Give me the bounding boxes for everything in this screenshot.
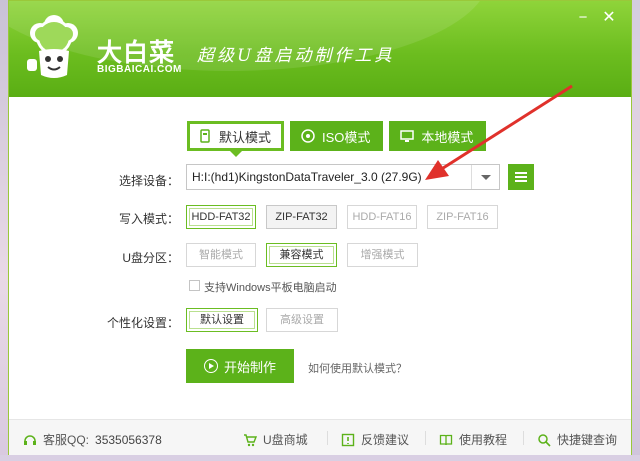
help-link[interactable]: 如何使用默认模式？ [308, 360, 407, 376]
cart-icon [244, 433, 257, 446]
app-window: 大白菜 BIGBAICAI.COM 超级U盘启动制作工具 − ✕ 默认模式 IS… [8, 0, 632, 455]
qq-number: 3535056378 [95, 432, 162, 447]
menu-button[interactable] [508, 164, 534, 190]
desktop-background-left [0, 0, 8, 461]
partition-smart-mode[interactable]: 智能模式 [186, 243, 256, 267]
tab-default-mode[interactable]: 默认模式 [187, 121, 285, 157]
feedback-icon [341, 433, 355, 446]
play-icon [203, 359, 218, 373]
write-mode-zip-fat16[interactable]: ZIP-FAT16 [427, 205, 498, 229]
partition-label: U盘分区： [122, 251, 179, 265]
headset-icon [24, 434, 36, 445]
write-mode-label: 写入模式： [118, 212, 179, 226]
start-button[interactable]: 开始制作 [186, 349, 294, 383]
personalize-label: 个性化设置： [106, 316, 179, 330]
footer-tutorial[interactable]: 使用教程 [439, 431, 507, 448]
write-mode-hdd-fat32[interactable]: HDD-FAT32 [186, 205, 256, 229]
footer-feedback[interactable]: 反馈建议 [341, 431, 409, 448]
personalize-default[interactable]: 默认设置 [186, 308, 258, 332]
monitor-icon [400, 130, 415, 142]
device-value: H:I:(hd1)KingstonDataTraveler_3.0 (27.9G… [192, 170, 422, 184]
shortcut-label: 快捷键查询 [557, 433, 618, 447]
start-button-label: 开始制作 [223, 359, 276, 375]
desktop-background-right [632, 0, 640, 461]
tab-label: 本地模式 [421, 129, 474, 145]
footer-shortcut[interactable]: 快捷键查询 [537, 431, 617, 448]
desktop-background-bottom [0, 455, 640, 461]
close-button[interactable]: ✕ [599, 9, 619, 29]
footer-divider [425, 431, 426, 445]
feedback-label: 反馈建议 [361, 433, 410, 447]
brand-url: BIGBAICAI.COM [97, 64, 182, 75]
tutorial-label: 使用教程 [459, 433, 508, 447]
minimize-button[interactable]: − [573, 9, 593, 29]
partition-compatible-mode[interactable]: 兼容模式 [266, 243, 337, 267]
device-select[interactable]: H:I:(hd1)KingstonDataTraveler_3.0 (27.9G… [186, 164, 500, 190]
device-label: 选择设备： [118, 174, 179, 188]
chevron-down-icon[interactable] [471, 165, 499, 189]
menu-icon [515, 172, 527, 174]
footer-divider [327, 431, 328, 445]
mall-label: U盘商城 [263, 433, 308, 447]
footer-divider [523, 431, 524, 445]
book-icon [439, 434, 453, 445]
tablet-boot-label[interactable]: 支持Windows平板电脑启动 [204, 279, 337, 295]
tab-label: 默认模式 [219, 129, 272, 145]
footer-mall[interactable]: U盘商城 [243, 431, 308, 448]
qq-label: 客服QQ: [43, 433, 90, 447]
slogan: 超级U盘启动制作工具 [197, 46, 395, 66]
footer-qq[interactable]: 客服QQ: 3535056378 [23, 431, 162, 448]
partition-enhanced-mode[interactable]: 增强模式 [347, 243, 418, 267]
write-mode-zip-fat32[interactable]: ZIP-FAT32 [266, 205, 337, 229]
tablet-boot-checkbox[interactable] [189, 280, 200, 291]
search-icon [538, 433, 551, 447]
usb-drive-icon [200, 129, 210, 143]
footer-bar: 客服QQ: 3535056378 U盘商城 反馈建议 使用教程 快捷键查询 [9, 419, 631, 455]
tab-local-mode[interactable]: 本地模式 [389, 121, 487, 151]
disc-icon [301, 129, 315, 143]
write-mode-hdd-fat16[interactable]: HDD-FAT16 [347, 205, 417, 229]
cabbage-mascot-icon [27, 15, 78, 78]
mode-tabs: 默认模式 ISO模式 本地模式 [187, 121, 492, 157]
tab-iso-mode[interactable]: ISO模式 [290, 121, 384, 151]
title-bar[interactable]: 大白菜 BIGBAICAI.COM 超级U盘启动制作工具 − ✕ [9, 1, 631, 97]
personalize-advanced[interactable]: 高级设置 [266, 308, 338, 332]
tab-label: ISO模式 [322, 129, 371, 145]
